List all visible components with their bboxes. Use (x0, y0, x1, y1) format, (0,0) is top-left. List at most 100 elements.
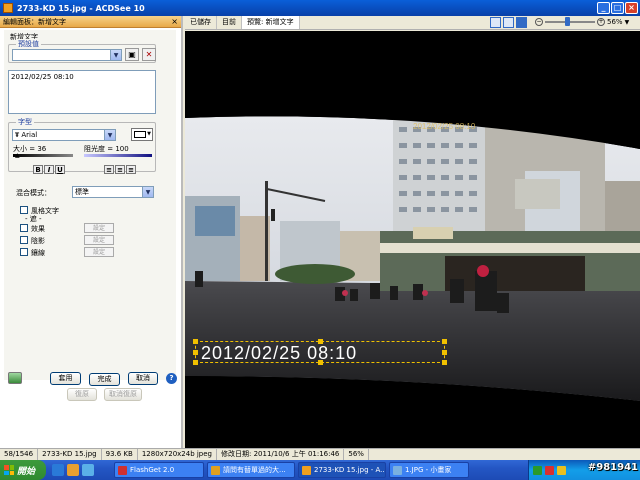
task-label: 2733-KD 15.jpg - A... (314, 466, 386, 474)
text-color-picker[interactable]: ▼ (131, 128, 153, 141)
svg-text:2012/02/25 08:10: 2012/02/25 08:10 (413, 122, 476, 131)
italic-button[interactable]: I (44, 165, 54, 174)
help-icon[interactable]: ? (166, 373, 177, 384)
align-right-icon[interactable]: ≡ (126, 165, 136, 174)
tray-security-icon[interactable] (545, 465, 554, 475)
resize-handle[interactable] (442, 360, 447, 365)
font-group-label: 字型 (16, 117, 34, 127)
status-filename: 2733-KD 15.jpg (38, 449, 102, 460)
chevron-down-icon: ▼ (147, 131, 151, 137)
redo-button[interactable]: 取消復原 (104, 388, 142, 401)
truetype-icon: Ŧ (15, 132, 20, 139)
align-left-icon[interactable]: ≡ (104, 165, 114, 174)
close-button[interactable]: × (625, 2, 638, 14)
blend-mode-label: 混合模式： (16, 189, 51, 197)
task-browser[interactable]: 請問有替單過的大... (207, 462, 295, 478)
bevel-settings-button[interactable]: 設定 (84, 247, 114, 257)
apply-button[interactable]: 套用 (50, 372, 81, 385)
save-preset-icon[interactable]: ▣ (125, 48, 139, 61)
zoom-out-icon[interactable]: − (535, 18, 543, 26)
font-dropdown[interactable]: Ŧ Arial ▼ (12, 129, 116, 141)
zoom-slider-thumb[interactable] (565, 17, 570, 26)
done-button[interactable]: 完成 (89, 373, 120, 386)
resize-handle[interactable] (193, 339, 198, 344)
window-title: 2733-KD 15.jpg - ACDSee 10 (17, 3, 145, 13)
styled-text-checkbox[interactable] (20, 206, 28, 214)
resize-handle[interactable] (442, 350, 447, 355)
zoom-in-icon[interactable]: + (597, 18, 605, 26)
maximize-button[interactable]: □ (611, 2, 624, 14)
align-center-icon[interactable]: ≡ (115, 165, 125, 174)
resize-handle[interactable] (318, 360, 323, 365)
bold-button[interactable]: B (33, 165, 43, 174)
paint-icon (393, 465, 402, 475)
resize-handle[interactable] (193, 360, 198, 365)
edit-panel-header: 編輯面板：新增文字 × (0, 16, 181, 28)
firefox-icon[interactable] (67, 464, 79, 476)
undo-button[interactable]: 復原 (67, 388, 97, 401)
underline-button[interactable]: U (55, 165, 65, 174)
split-view-icon[interactable] (490, 17, 501, 28)
shadow-settings-button[interactable]: 設定 (84, 235, 114, 245)
show-desktop-icon[interactable] (82, 464, 94, 476)
effect-settings-button[interactable]: 設定 (84, 223, 114, 233)
text-overlay-box[interactable]: 2012/02/25 08:10 (193, 339, 447, 365)
task-acdsee[interactable]: 2733-KD 15.jpg - A... (298, 462, 386, 478)
windows-logo-icon (4, 465, 14, 475)
tab-current[interactable]: 目前 (217, 16, 242, 29)
font-name: Arial (21, 131, 38, 139)
bevel-checkbox[interactable] (20, 248, 28, 256)
add-text-panel: 新增文字 預設值 ▼ ▣ ✕ 2012/02/25 08:10 字型 Ŧ Ari… (4, 30, 176, 380)
panel-close-icon[interactable]: × (171, 17, 178, 26)
resize-handle[interactable] (442, 339, 447, 344)
resize-handle[interactable] (318, 339, 323, 344)
shadow-checkbox[interactable] (20, 236, 28, 244)
single-view-icon[interactable] (503, 17, 514, 28)
timestamp-text: 2012/02/25 08:10 (201, 343, 358, 363)
task-label: 1.JPG - 小畫家 (405, 466, 452, 474)
opacity-label: 阻光度 = 100 (84, 145, 129, 153)
chevron-down-icon: ▼ (110, 50, 121, 60)
tab-saved[interactable]: 已儲存 (185, 16, 217, 29)
preset-dropdown[interactable]: ▼ (12, 49, 122, 61)
styled-text-sub: - 遮 - (25, 215, 42, 223)
cancel-button[interactable]: 取消 (128, 372, 158, 385)
text-content-field[interactable]: 2012/02/25 08:10 (8, 70, 156, 114)
task-label: FlashGet 2.0 (130, 466, 175, 474)
zoom-slider[interactable] (545, 17, 595, 26)
blend-mode-dropdown[interactable]: 標準 ▼ (72, 186, 154, 198)
effect-checkbox[interactable] (20, 224, 28, 232)
blend-mode-value: 標準 (75, 188, 89, 196)
status-bar: 58/1546 2733-KD 15.jpg 93.6 KB 1280x720x… (0, 448, 640, 460)
browser-icon (211, 465, 220, 475)
size-slider[interactable] (13, 154, 73, 157)
start-button[interactable]: 開始 (0, 460, 46, 480)
chevron-down-icon[interactable]: ▼ (625, 19, 630, 26)
tray-shield-icon[interactable] (557, 465, 566, 475)
tray-app-icon[interactable] (533, 465, 542, 475)
flashget-icon (118, 465, 127, 475)
task-flashget[interactable]: FlashGet 2.0 (114, 462, 204, 478)
text-content-value: 2012/02/25 08:10 (11, 73, 74, 81)
opacity-slider[interactable] (84, 154, 152, 157)
delete-preset-icon[interactable]: ✕ (142, 48, 156, 61)
minimize-button[interactable]: _ (597, 2, 610, 14)
status-zoom: 56% (344, 449, 369, 460)
task-label: 請問有替單過的大... (223, 466, 286, 474)
color-swatch (134, 131, 146, 138)
fit-view-icon[interactable] (516, 17, 527, 28)
editor-mode-icon[interactable] (8, 372, 22, 384)
tab-preview[interactable]: 預覽: 新增文字 (242, 16, 300, 29)
size-slider-thumb[interactable]: ▲ (15, 152, 20, 159)
watermark: #981941 (587, 462, 638, 473)
resize-handle[interactable] (193, 350, 198, 355)
chevron-down-icon: ▼ (142, 187, 153, 197)
quick-launch (52, 464, 94, 476)
image-preview[interactable]: 2012/02/25 08:10 2012/02/25 08:10 (185, 31, 640, 448)
title-bar: 2733-KD 15.jpg - ACDSee 10 _ □ × (0, 0, 640, 16)
status-dimensions: 1280x720x24b jpeg (138, 449, 218, 460)
acdsee-icon (302, 465, 311, 475)
task-paint[interactable]: 1.JPG - 小畫家 (389, 462, 469, 478)
ie-icon[interactable] (52, 464, 64, 476)
status-modified: 修改日期: 2011/10/6 上午 01:16:46 (217, 449, 345, 460)
